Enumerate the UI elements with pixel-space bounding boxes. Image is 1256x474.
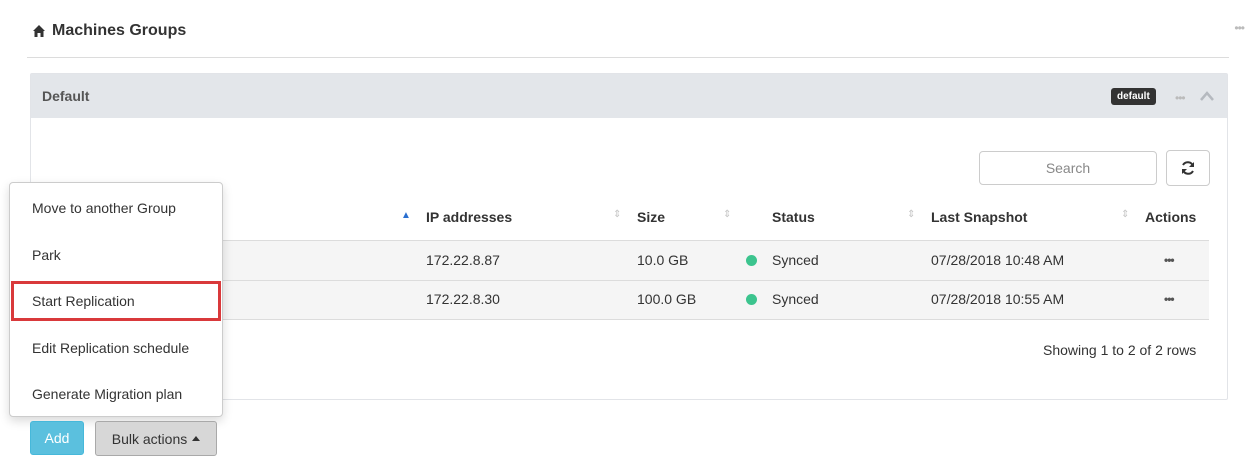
status-cell: Synced: [772, 291, 819, 307]
refresh-icon: [1182, 161, 1194, 175]
page-title: Machines Groups: [32, 22, 186, 40]
caret-up-icon: [192, 436, 201, 441]
menu-item-edit-replication-schedule[interactable]: Edit Replication schedule: [10, 326, 222, 370]
row-actions-icon[interactable]: •••: [1164, 292, 1175, 306]
sort-asc-icon[interactable]: ▲: [401, 210, 411, 221]
group-menu-icon[interactable]: •••: [1175, 92, 1186, 104]
menu-item-park[interactable]: Park: [10, 233, 222, 277]
ip-cell: 172.22.8.30: [426, 291, 500, 307]
default-badge: default: [1111, 88, 1156, 105]
title-divider: [27, 57, 1229, 58]
sort-icon[interactable]: ⇕: [723, 209, 731, 220]
bulk-actions-label: Bulk actions: [111, 430, 188, 447]
size-cell: 100.0 GB: [637, 291, 697, 307]
refresh-button[interactable]: [1166, 150, 1210, 186]
chevron-up-icon[interactable]: [1199, 90, 1215, 102]
column-header-last-snapshot[interactable]: Last Snapshot: [931, 209, 1027, 225]
status-cell: Synced: [772, 252, 819, 268]
pagination-info: Showing 1 to 2 of 2 rows: [1043, 342, 1197, 358]
menu-item-generate-migration-plan[interactable]: Generate Migration plan: [10, 372, 222, 416]
size-cell: 10.0 GB: [637, 252, 689, 268]
last-snapshot-cell: 07/28/2018 10:55 AM: [931, 291, 1065, 307]
row-actions-icon[interactable]: •••: [1164, 253, 1175, 267]
page-menu-icon[interactable]: •••: [1234, 22, 1245, 34]
group-title: Default: [42, 88, 90, 104]
column-header-ip[interactable]: IP addresses: [426, 209, 512, 225]
add-button[interactable]: Add: [30, 421, 84, 455]
last-snapshot-cell: 07/28/2018 10:48 AM: [931, 252, 1065, 268]
group-panel-header[interactable]: [31, 74, 1227, 118]
menu-item-move-to-group[interactable]: Move to another Group: [10, 186, 222, 230]
page-title-text: Machines Groups: [52, 22, 187, 39]
ip-cell: 172.22.8.87: [426, 252, 500, 268]
search-input[interactable]: [979, 151, 1157, 185]
status-dot-icon: [746, 255, 757, 266]
sort-icon[interactable]: ⇕: [613, 209, 621, 220]
column-header-status[interactable]: Status: [772, 209, 815, 225]
sort-icon[interactable]: ⇕: [1121, 209, 1129, 220]
menu-item-start-replication[interactable]: Start Replication: [11, 281, 221, 321]
column-header-actions: Actions: [1145, 209, 1197, 225]
bulk-actions-button[interactable]: Bulk actions: [95, 421, 217, 456]
home-icon: [33, 25, 45, 37]
status-dot-icon: [746, 294, 757, 305]
sort-icon[interactable]: ⇕: [907, 209, 915, 220]
column-header-size[interactable]: Size: [637, 209, 665, 225]
